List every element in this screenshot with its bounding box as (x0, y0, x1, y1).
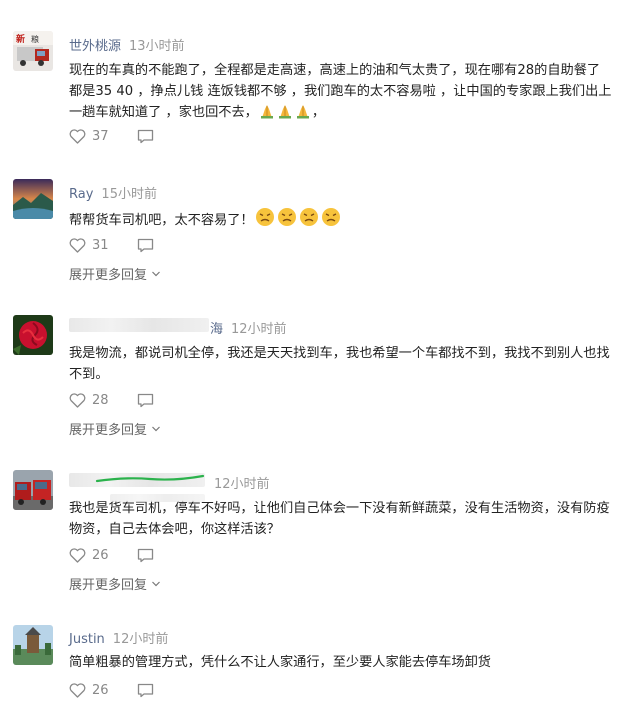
pray-emoji-icon (277, 103, 293, 126)
comment-body: 我也是货车司机，停车不好吗，让他们自己体会一下没有新鲜蔬菜，没有生活物资，没有防… (69, 501, 610, 537)
expand-replies-link[interactable]: 展开更多回复 (69, 574, 161, 593)
angry-emoji-icon (255, 207, 275, 234)
chevron-down-icon (152, 426, 161, 432)
comment-actions: 31 (69, 238, 154, 253)
comment-text: 帮帮货车司机吧，太不容易了！ (69, 207, 617, 234)
like-count: 26 (92, 548, 109, 563)
comment-author[interactable]: Justin (69, 632, 105, 647)
comment-body: 简单粗暴的管理方式，凭什么不让人家通行，至少要人家能去停车场卸货 (69, 655, 491, 670)
pray-emoji-icon (295, 103, 311, 126)
heart-outline-icon (69, 548, 86, 563)
comment-feed: 新 粮 世外桃源 13小时前 现在的车真的不能跑了，全程都是走高速，高速上的油和气… (0, 0, 629, 723)
reply-button[interactable] (137, 393, 154, 408)
redacted-text (110, 494, 205, 502)
reply-button[interactable] (137, 683, 154, 698)
heart-outline-icon (69, 129, 86, 144)
comment-time: 12小时前 (231, 322, 287, 337)
speech-bubble-icon (137, 393, 153, 408)
like-button[interactable]: 37 (69, 129, 137, 144)
comment-text: 现在的车真的不能跑了，全程都是走高速，高速上的油和气太贵了，现在哪有28的自助餐… (69, 60, 617, 126)
heart-outline-icon (69, 238, 86, 253)
avatar[interactable] (13, 315, 53, 355)
heart-outline-icon (69, 393, 86, 408)
chevron-down-icon (152, 581, 161, 587)
like-button[interactable]: 31 (69, 238, 137, 253)
like-count: 31 (92, 238, 109, 253)
angry-emoji-icon (277, 207, 297, 234)
comment-body: 现在的车真的不能跑了，全程都是走高速，高速上的油和气太贵了，现在哪有28的自助餐… (69, 63, 612, 120)
like-count: 37 (92, 129, 109, 144)
comment-header: 12小时前 (206, 473, 270, 492)
comment-header: Justin 12小时前 (69, 628, 168, 647)
avatar[interactable]: 新 粮 (13, 31, 53, 71)
speech-bubble-icon (137, 238, 153, 253)
expand-replies-link[interactable]: 展开更多回复 (69, 264, 161, 283)
expand-replies-link[interactable]: 展开更多回复 (69, 419, 161, 438)
reply-button[interactable] (137, 548, 154, 563)
comment-time: 13小时前 (129, 39, 185, 54)
comment-body-tail: ， (311, 105, 326, 120)
speech-bubble-icon (137, 548, 153, 563)
comment-text: 我是物流，都说司机全停，我还是天天找到车，我也希望一个车都找不到，我找不到别人也… (69, 343, 617, 385)
speech-bubble-icon (137, 129, 153, 144)
comment-time: 15小时前 (101, 187, 157, 202)
pray-emoji-icon (259, 103, 275, 126)
comment-author[interactable]: 海 (210, 322, 223, 337)
like-count: 28 (92, 393, 109, 408)
angry-emoji-icon (321, 207, 341, 234)
like-button[interactable]: 26 (69, 683, 137, 698)
comment-actions: 37 (69, 129, 154, 144)
comment-text: 简单粗暴的管理方式，凭什么不让人家通行，至少要人家能去停车场卸货 (69, 652, 617, 673)
redaction-scribble (95, 474, 205, 483)
speech-bubble-icon (137, 683, 153, 698)
reply-button[interactable] (137, 238, 154, 253)
redacted-username (69, 318, 209, 332)
comment-actions: 26 (69, 548, 154, 563)
heart-outline-icon (69, 683, 86, 698)
avatar[interactable] (13, 625, 53, 665)
comment-body: 帮帮货车司机吧，太不容易了！ (69, 213, 254, 228)
like-button[interactable]: 28 (69, 393, 137, 408)
reply-button[interactable] (137, 129, 154, 144)
comment-time: 12小时前 (112, 632, 169, 647)
comment-author[interactable]: 世外桃源 (69, 39, 121, 54)
comment-text: 我也是货车司机，停车不好吗，让他们自己体会一下没有新鲜蔬菜，没有生活物资，没有防… (69, 498, 617, 540)
svg-text:新: 新 (16, 33, 25, 45)
like-count: 26 (92, 683, 109, 698)
comment-header: 海 12小时前 (210, 318, 287, 337)
comment-actions: 26 (69, 683, 154, 698)
comment-author[interactable]: Ray (69, 187, 93, 202)
comment-header: Ray 15小时前 (69, 183, 157, 202)
like-button[interactable]: 26 (69, 548, 137, 563)
svg-text:粮: 粮 (31, 34, 39, 44)
avatar[interactable] (13, 179, 53, 219)
expand-replies-label: 展开更多回复 (69, 578, 148, 593)
avatar[interactable] (13, 470, 53, 510)
comment-time: 12小时前 (214, 477, 270, 492)
angry-emoji-icon (299, 207, 319, 234)
comment-body: 我是物流，都说司机全停，我还是天天找到车，我也希望一个车都找不到，我找不到别人也… (69, 346, 610, 382)
expand-replies-label: 展开更多回复 (69, 268, 148, 283)
comment-header: 世外桃源 13小时前 (69, 35, 185, 54)
chevron-down-icon (152, 271, 161, 277)
comment-actions: 28 (69, 393, 154, 408)
expand-replies-label: 展开更多回复 (69, 423, 148, 438)
